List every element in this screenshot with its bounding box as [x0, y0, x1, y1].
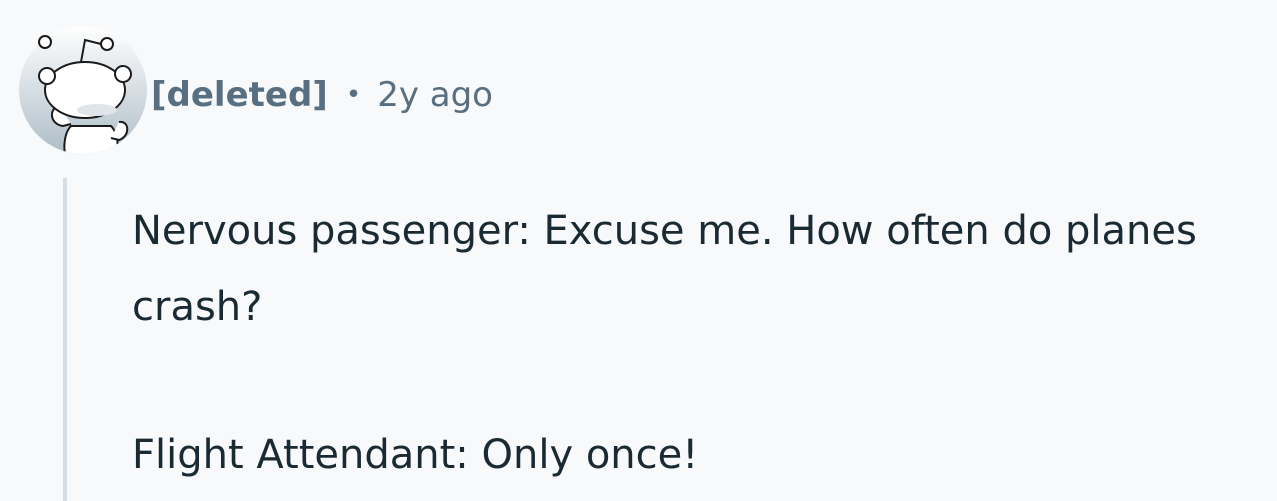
- comment-paragraph: Flight Attendant: Only once!: [132, 432, 699, 478]
- comment: [deleted] • 2y ago Nervous passenger: Ex…: [0, 0, 1277, 501]
- timestamp[interactable]: 2y ago: [377, 75, 493, 115]
- avatar[interactable]: [19, 26, 147, 154]
- thread-collapse-line[interactable]: [63, 178, 67, 501]
- comment-body: Nervous passenger: Excuse me. How often …: [132, 193, 1272, 493]
- comment-meta: [deleted] • 2y ago: [151, 70, 493, 120]
- author-name[interactable]: [deleted]: [151, 75, 328, 115]
- meta-separator: •: [345, 80, 362, 110]
- comment-paragraph: Nervous passenger: Excuse me. How often …: [132, 208, 1197, 330]
- deleted-user-snoo-icon: [19, 26, 147, 154]
